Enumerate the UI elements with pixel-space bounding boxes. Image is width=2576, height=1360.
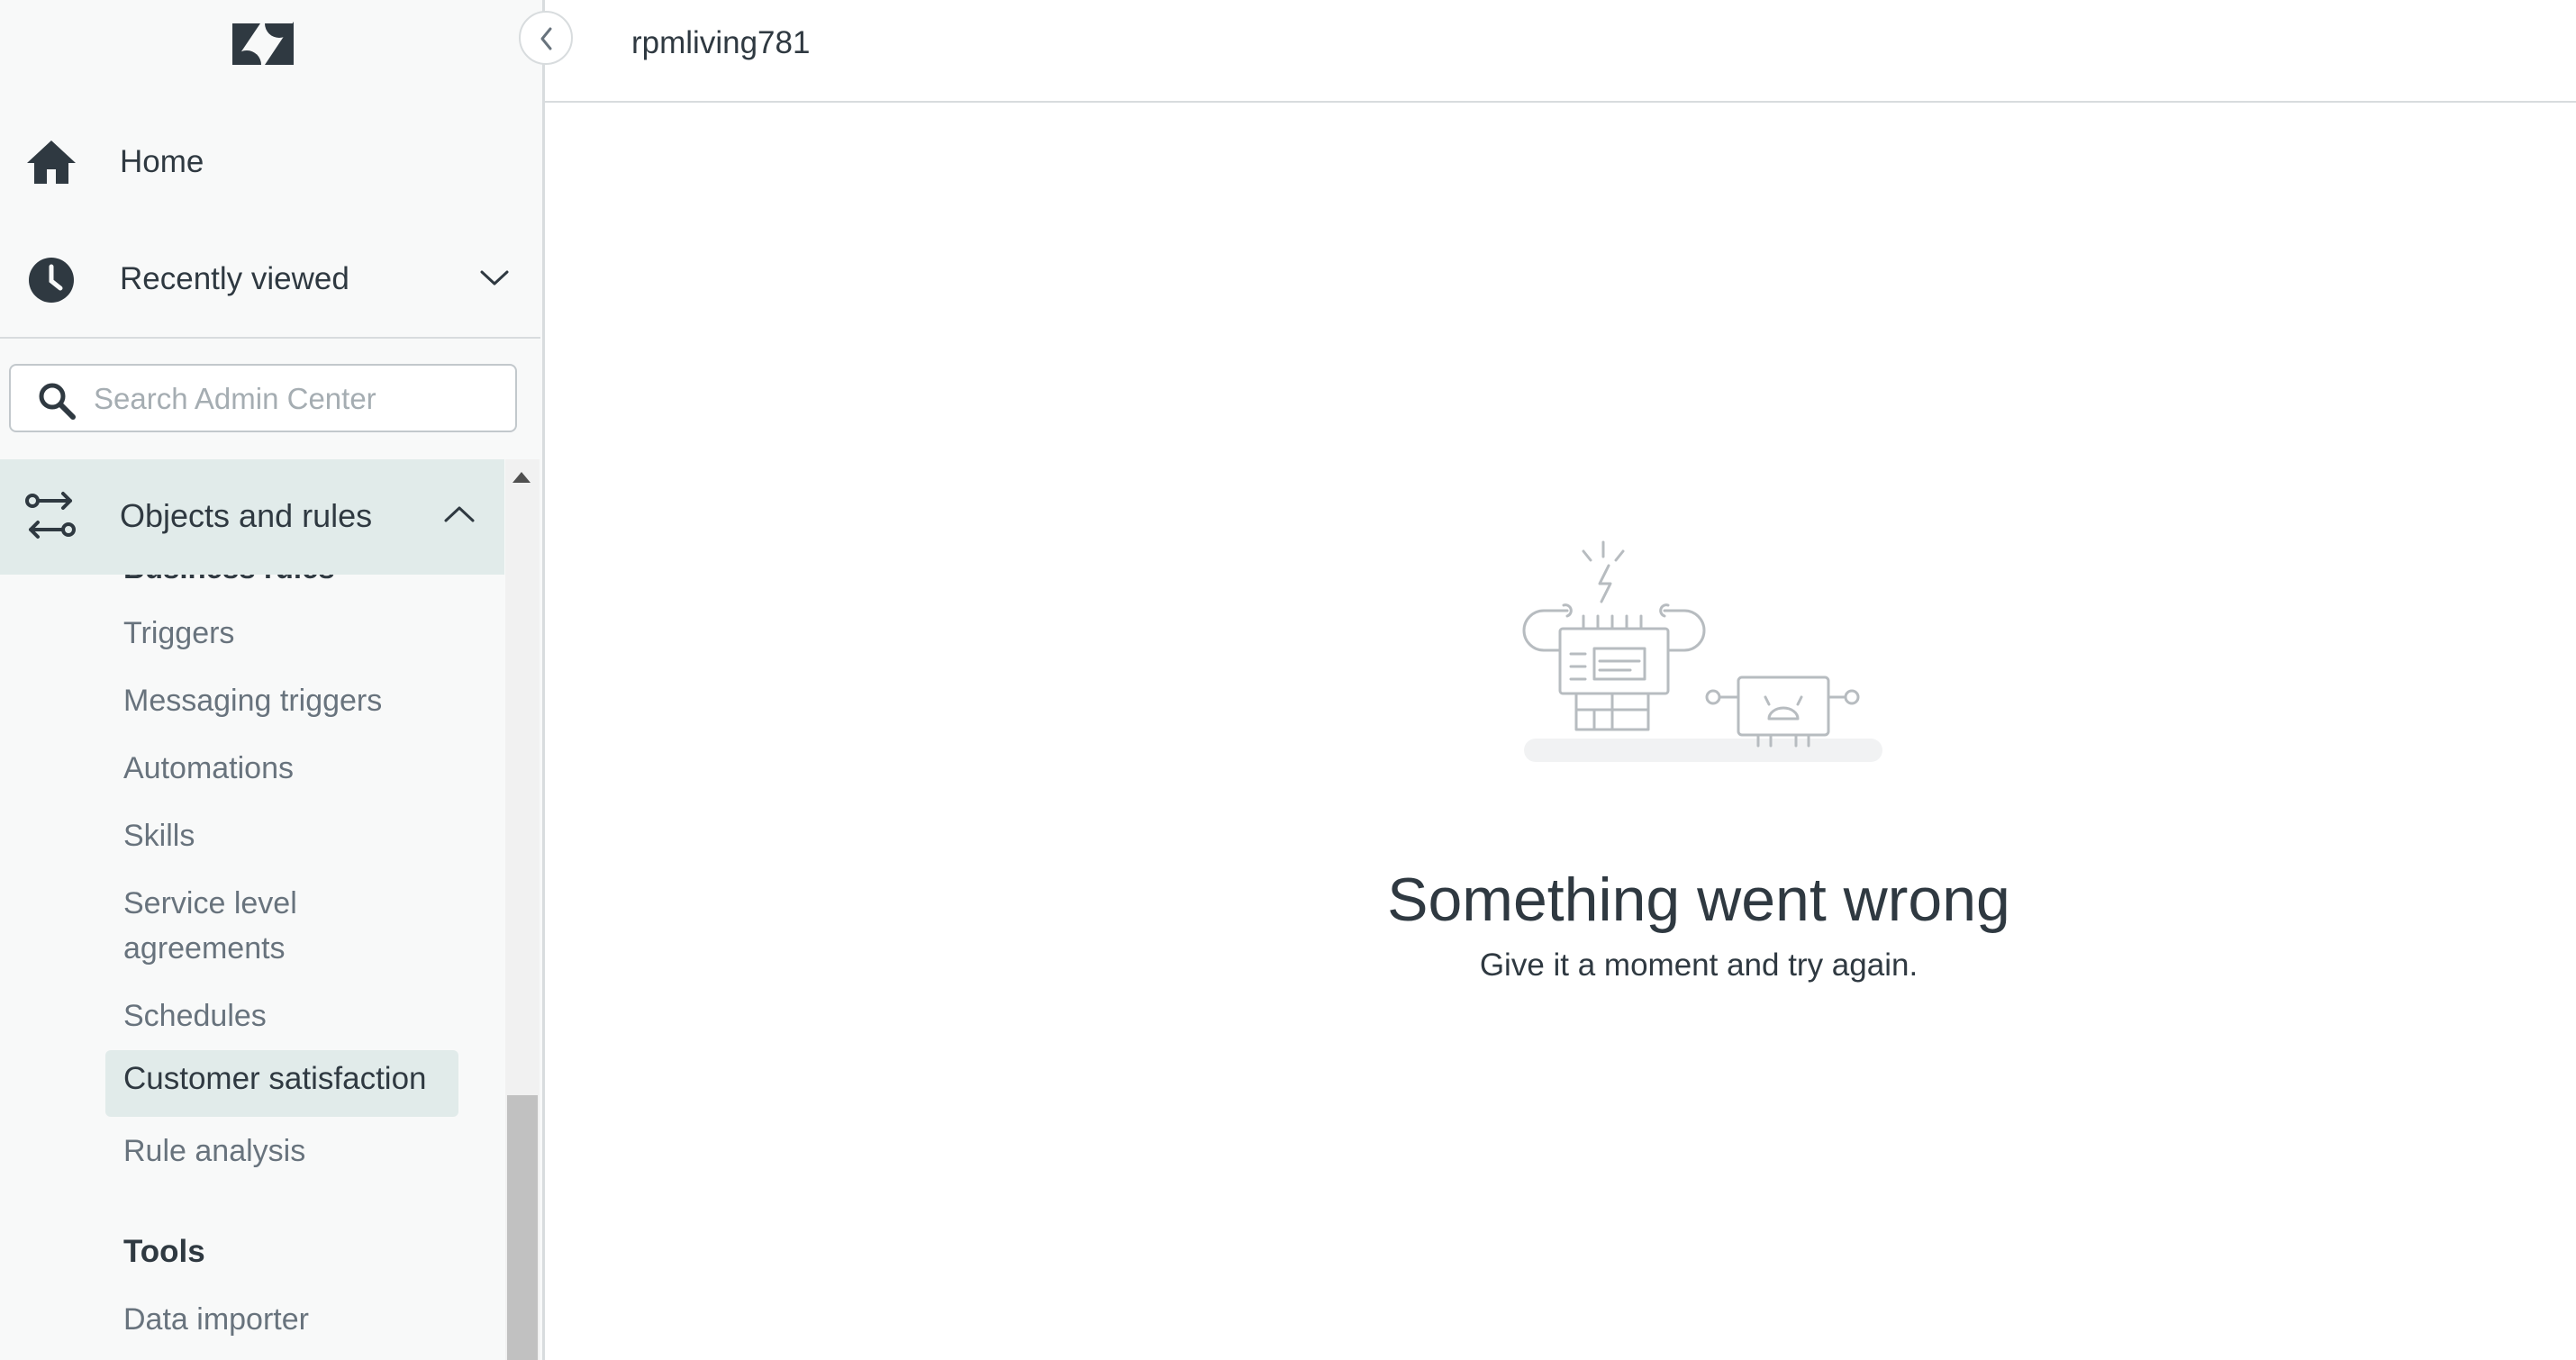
nav-item-service-level-agreements[interactable]: Service level agreements [123, 881, 358, 971]
error-subtitle: Give it a moment and try again. [1479, 947, 1918, 983]
search-icon [39, 383, 76, 420]
error-title: Something went wrong [1387, 866, 2010, 934]
house-icon [27, 141, 76, 184]
section-label: Objects and rules [120, 497, 373, 534]
nav-item-automations[interactable]: Automations [123, 746, 294, 791]
chevron-up-icon [444, 506, 475, 522]
nav-item-schedules[interactable]: Schedules [123, 993, 267, 1038]
account-name: rpmliving781 [631, 25, 811, 60]
nav-item-skills[interactable]: Skills [123, 813, 195, 858]
zendesk-logo[interactable] [231, 18, 295, 68]
nav-home-label: Home [120, 144, 204, 179]
admin-sidebar: Home Recently viewed Objects and rules [0, 0, 545, 1360]
arrows-swap-icon [25, 492, 76, 539]
nav-item-customer-satisfaction[interactable]: Customer satisfaction [105, 1050, 458, 1117]
search-input[interactable] [92, 373, 501, 425]
clock-icon [29, 258, 74, 303]
nav-recently-viewed-label: Recently viewed [120, 261, 349, 296]
broken-robots-illustration [1522, 540, 1882, 762]
collapse-sidebar-button[interactable] [519, 11, 573, 65]
nav-item-customer-satisfaction-label: Customer satisfaction [123, 1061, 427, 1096]
top-bar: rpmliving781 [545, 0, 2576, 103]
sidebar-scroll-area: Objects and rules Business rules Trigger… [0, 459, 504, 1360]
section-objects-and-rules[interactable]: Objects and rules [0, 459, 504, 575]
nav-item-data-importer[interactable]: Data importer [123, 1297, 309, 1342]
nav-item-triggers[interactable]: Triggers [123, 611, 234, 656]
chevron-down-icon [480, 270, 509, 286]
chevron-left-icon [540, 27, 552, 50]
scroll-up-arrow-icon[interactable] [512, 472, 531, 483]
nav-divider [0, 337, 540, 339]
admin-search[interactable] [9, 364, 517, 432]
scrollbar-thumb[interactable] [507, 1095, 538, 1360]
nav-recently-viewed[interactable]: Recently viewed [0, 236, 540, 322]
nav-home[interactable]: Home [0, 119, 540, 205]
nav-item-messaging-triggers[interactable]: Messaging triggers [123, 678, 382, 723]
nav-item-rule-analysis[interactable]: Rule analysis [123, 1129, 305, 1174]
group-heading-tools: Tools [123, 1234, 205, 1269]
sidebar-scrollbar[interactable] [505, 459, 540, 1360]
